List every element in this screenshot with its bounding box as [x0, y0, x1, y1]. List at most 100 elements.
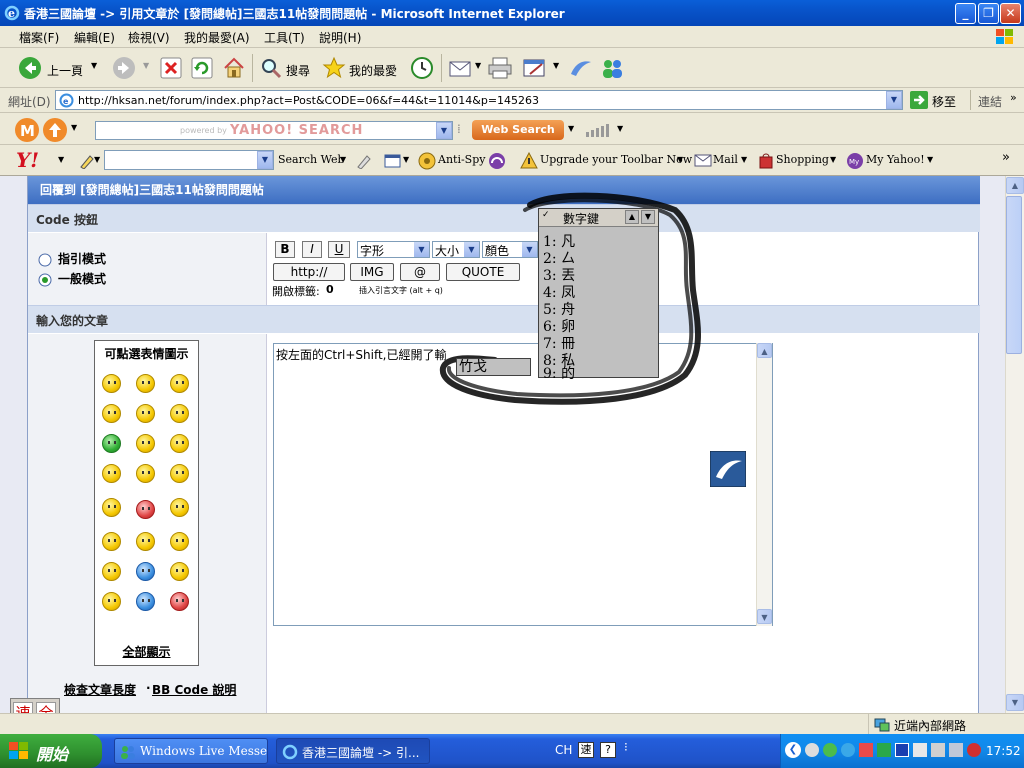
- start-button[interactable]: 開始: [0, 734, 102, 768]
- cry-emoticon-icon[interactable]: [136, 562, 155, 581]
- quote-mode-label[interactable]: 指引模式: [58, 250, 106, 267]
- bold-button[interactable]: B: [275, 241, 295, 258]
- mail-envelope-icon[interactable]: [694, 154, 712, 167]
- tray-expand-icon[interactable]: ❮: [785, 742, 801, 758]
- links-label[interactable]: 連結: [978, 93, 1002, 110]
- http-button[interactable]: http://: [273, 263, 345, 281]
- laugh-emoticon-icon[interactable]: [136, 434, 155, 453]
- upload-arrow-icon[interactable]: [42, 117, 68, 143]
- anti-spy-icon[interactable]: [418, 152, 436, 170]
- web-search-dropdown-icon[interactable]: ▼: [568, 124, 574, 133]
- tray-messenger-icon[interactable]: [823, 743, 837, 757]
- scroll-up-icon[interactable]: ▲: [1006, 177, 1024, 194]
- menu-tools[interactable]: 工具(T): [264, 29, 305, 46]
- scroll-down-icon[interactable]: ▼: [757, 609, 772, 624]
- signal-bars-icon[interactable]: [585, 122, 619, 138]
- go-arrow-icon[interactable]: [910, 91, 928, 109]
- yahoo-toolbar-search-input[interactable]: ▼: [104, 150, 274, 170]
- font-select[interactable]: 字形 ▼: [357, 241, 430, 258]
- clock[interactable]: 17:52: [986, 744, 1021, 758]
- window-dropdown-icon[interactable]: ▼: [403, 155, 409, 164]
- search-web-button[interactable]: Search Web: [278, 153, 345, 166]
- search-icon[interactable]: [259, 56, 283, 80]
- mail-icon[interactable]: [448, 57, 474, 79]
- radio-normal-mode[interactable]: [38, 273, 52, 287]
- yahoo-logo-icon[interactable]: Y!: [16, 148, 39, 172]
- edit-icon[interactable]: [522, 56, 548, 80]
- frown-emoticon-icon[interactable]: [170, 498, 189, 517]
- tray-icon-1[interactable]: [805, 743, 819, 757]
- back-dropdown-icon[interactable]: ▼: [91, 61, 97, 70]
- upgrade-toolbar-button[interactable]: Upgrade your Toolbar Now: [540, 153, 692, 166]
- search-web-dropdown-icon[interactable]: ▼: [340, 155, 346, 164]
- address-dropdown-icon[interactable]: ▼: [886, 91, 902, 109]
- mail-dropdown-icon[interactable]: ▼: [475, 61, 481, 70]
- show-all-link[interactable]: 全部顯示: [95, 643, 198, 660]
- window-icon[interactable]: [384, 153, 402, 169]
- devil-emoticon-icon[interactable]: [170, 562, 189, 581]
- shopping-dropdown-icon[interactable]: ▼: [830, 155, 836, 164]
- refresh-icon[interactable]: [191, 57, 213, 79]
- textarea-scrollbar[interactable]: ▲ ▼: [756, 343, 772, 626]
- img-button[interactable]: IMG: [350, 263, 394, 281]
- ime-options-icon[interactable]: ⁝: [624, 740, 628, 754]
- angry-emoticon-icon[interactable]: [136, 500, 155, 519]
- tray-network-icon[interactable]: [931, 743, 945, 757]
- edit-dropdown-icon[interactable]: ▼: [553, 61, 559, 70]
- home-icon[interactable]: [222, 56, 246, 80]
- forward-dropdown-icon[interactable]: ▼: [143, 61, 149, 70]
- my-yahoo-button[interactable]: My Yahoo!: [866, 153, 925, 166]
- happy-emoticon-icon[interactable]: [170, 374, 189, 393]
- messenger-icon[interactable]: [568, 56, 594, 80]
- tray-icon-5[interactable]: [877, 743, 891, 757]
- blush-emoticon-icon[interactable]: [136, 374, 155, 393]
- wink-emoticon-icon[interactable]: [136, 404, 155, 423]
- search-button-label[interactable]: 搜尋: [286, 62, 310, 79]
- toolbar-search-dropdown-icon[interactable]: ▼: [257, 151, 273, 169]
- scroll-up-icon[interactable]: ▲: [757, 343, 772, 358]
- menu-help[interactable]: 說明(H): [319, 29, 361, 46]
- buddies-icon[interactable]: [600, 56, 626, 80]
- underline-button[interactable]: U: [328, 241, 350, 258]
- sad-emoticon-icon[interactable]: [102, 532, 121, 551]
- chevron-right-icon[interactable]: »: [1002, 150, 1010, 165]
- favorites-button-label[interactable]: 我的最愛: [349, 62, 397, 79]
- sleepy-emoticon-icon[interactable]: [170, 464, 189, 483]
- scroll-thumb[interactable]: [1006, 196, 1022, 354]
- print-icon[interactable]: [487, 56, 513, 80]
- web-search-button[interactable]: Web Search: [472, 120, 564, 140]
- menu-view[interactable]: 檢視(V): [128, 29, 170, 46]
- stop-icon[interactable]: [160, 57, 182, 79]
- page-down-icon[interactable]: ▼: [641, 210, 655, 224]
- tray-security-icon[interactable]: [967, 743, 981, 757]
- smile-emoticon-icon[interactable]: [102, 374, 121, 393]
- shopping-bag-icon[interactable]: [758, 152, 774, 169]
- menu-file[interactable]: 檔案(F): [19, 29, 59, 46]
- yahoo-dropdown-icon[interactable]: ▼: [58, 155, 64, 164]
- tray-icon-3[interactable]: [841, 743, 855, 757]
- go-button-label[interactable]: 移至: [932, 93, 956, 110]
- close-button[interactable]: ✕: [1000, 3, 1021, 24]
- minimize-button[interactable]: _: [955, 3, 976, 24]
- upload-dropdown-icon[interactable]: ▼: [71, 123, 77, 132]
- email-button[interactable]: @: [400, 263, 440, 281]
- normal-mode-label[interactable]: 一般模式: [58, 270, 106, 287]
- page-up-icon[interactable]: ▲: [625, 210, 639, 224]
- my-yahoo-dropdown-icon[interactable]: ▼: [927, 155, 933, 164]
- forward-arrow-icon[interactable]: [112, 56, 136, 80]
- signal-dropdown-icon[interactable]: ▼: [617, 124, 623, 133]
- anti-spy-button[interactable]: Anti-Spy: [438, 153, 485, 166]
- yahoo-search-input[interactable]: powered by YAHOO! SEARCH ▼: [95, 121, 453, 140]
- pencil-icon[interactable]: [356, 153, 372, 169]
- menu-edit[interactable]: 編輯(E): [74, 29, 115, 46]
- cold-emoticon-icon[interactable]: [136, 592, 155, 611]
- history-icon[interactable]: [410, 56, 434, 80]
- surprised-emoticon-icon[interactable]: [102, 404, 121, 423]
- highlighter-dropdown-icon[interactable]: ▼: [94, 155, 100, 164]
- help-icon[interactable]: ?: [600, 742, 616, 758]
- italic-button[interactable]: I: [302, 241, 322, 258]
- favorites-star-icon[interactable]: [322, 56, 346, 80]
- ime-mode-icon[interactable]: 速: [578, 742, 594, 758]
- my-yahoo-icon[interactable]: My: [846, 152, 864, 170]
- radio-quote-mode[interactable]: [38, 253, 52, 267]
